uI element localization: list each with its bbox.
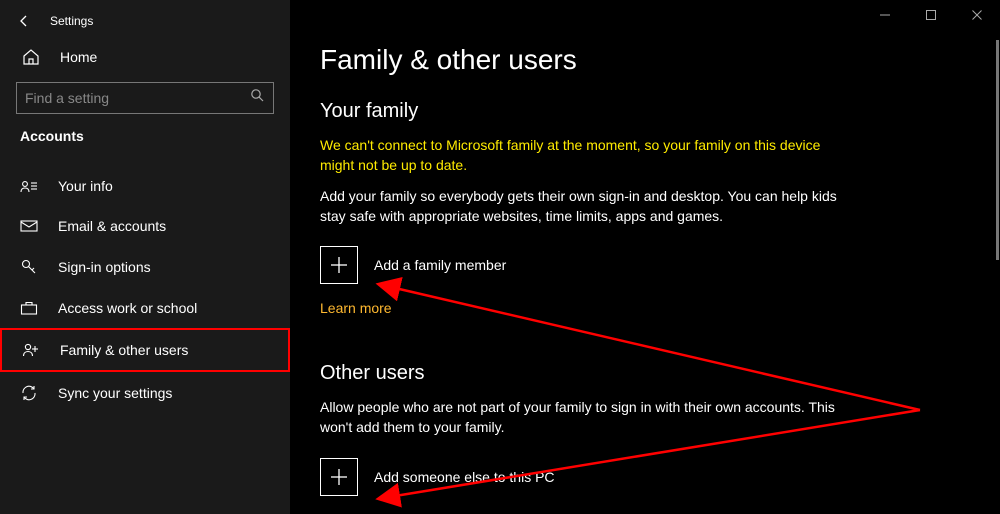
people-add-icon — [22, 342, 42, 358]
app-title: Settings — [50, 14, 93, 28]
other-users-description: Allow people who are not part of your fa… — [320, 397, 840, 438]
plus-icon — [329, 467, 349, 487]
arrow-left-icon — [16, 13, 32, 29]
content-area: Family & other users Your family We can'… — [290, 0, 1000, 514]
minimize-icon — [879, 9, 891, 21]
family-description: Add your family so everybody gets their … — [320, 186, 840, 227]
titlebar: Settings — [0, 4, 290, 38]
sidebar: Settings Home Accounts Your info Email &… — [0, 0, 290, 514]
minimize-button[interactable] — [862, 0, 908, 30]
search-input[interactable] — [25, 90, 250, 106]
add-family-member-label: Add a family member — [374, 257, 506, 273]
sidebar-item-email-accounts[interactable]: Email & accounts — [0, 206, 290, 246]
close-button[interactable] — [954, 0, 1000, 30]
sidebar-item-label: Family & other users — [60, 342, 188, 358]
family-header: Your family — [320, 100, 960, 123]
nav-list: Your info Email & accounts Sign-in optio… — [0, 158, 290, 414]
maximize-button[interactable] — [908, 0, 954, 30]
plus-box — [320, 246, 358, 284]
add-other-user-button[interactable]: Add someone else to this PC — [320, 458, 960, 496]
key-icon — [20, 258, 40, 276]
back-button[interactable] — [12, 9, 36, 33]
home-link[interactable]: Home — [0, 38, 290, 76]
sidebar-item-sign-in-options[interactable]: Sign-in options — [0, 246, 290, 288]
sidebar-item-label: Sign-in options — [58, 259, 151, 275]
learn-more-link[interactable]: Learn more — [320, 300, 392, 316]
plus-icon — [329, 255, 349, 275]
sidebar-item-family-other-users[interactable]: Family & other users — [0, 328, 290, 372]
search-icon — [250, 88, 265, 108]
other-users-header: Other users — [320, 362, 960, 385]
scrollbar[interactable] — [996, 40, 999, 260]
window-controls — [862, 0, 1000, 30]
maximize-icon — [925, 9, 937, 21]
sidebar-section-header: Accounts — [0, 124, 290, 158]
add-other-user-label: Add someone else to this PC — [374, 469, 555, 485]
person-card-icon — [20, 179, 40, 193]
sidebar-item-sync-settings[interactable]: Sync your settings — [0, 372, 290, 414]
home-icon — [22, 48, 42, 66]
sidebar-item-label: Sync your settings — [58, 385, 172, 401]
sidebar-item-your-info[interactable]: Your info — [0, 166, 290, 206]
sidebar-item-label: Your info — [58, 178, 113, 194]
sidebar-item-label: Email & accounts — [58, 218, 166, 234]
sidebar-item-label: Access work or school — [58, 300, 197, 316]
family-warning-text: We can't connect to Microsoft family at … — [320, 135, 840, 176]
mail-icon — [20, 219, 40, 233]
add-family-member-button[interactable]: Add a family member — [320, 246, 960, 284]
close-icon — [971, 9, 983, 21]
sync-icon — [20, 384, 40, 402]
page-title: Family & other users — [320, 44, 960, 76]
search-box[interactable] — [16, 82, 274, 114]
briefcase-icon — [20, 300, 40, 316]
sidebar-item-access-work-school[interactable]: Access work or school — [0, 288, 290, 328]
plus-box — [320, 458, 358, 496]
home-label: Home — [60, 49, 97, 65]
